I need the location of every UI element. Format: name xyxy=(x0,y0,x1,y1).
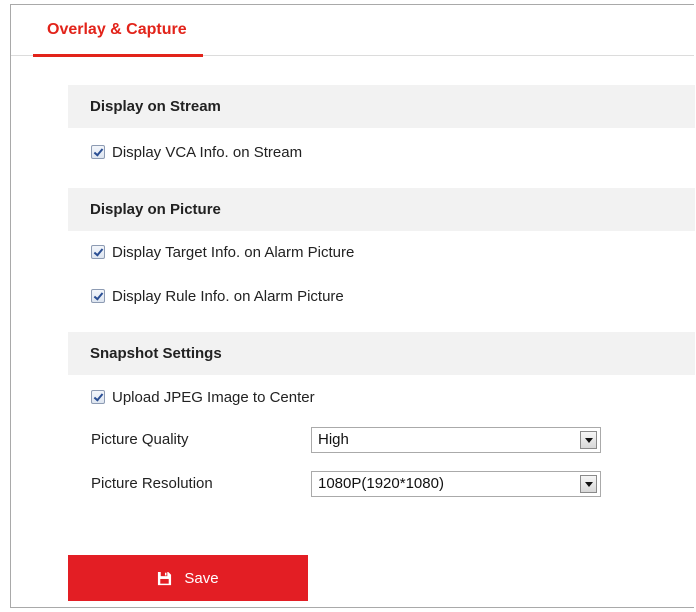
dropdown-arrow-icon[interactable] xyxy=(580,431,597,449)
checkbox-row-display-vca-info[interactable]: Display VCA Info. on Stream xyxy=(91,141,302,163)
settings-panel: Overlay & Capture Display on Stream Disp… xyxy=(10,4,695,608)
checkbox-label: Display Target Info. on Alarm Picture xyxy=(112,243,355,261)
picture-quality-value: High xyxy=(318,431,349,448)
floppy-disk-icon xyxy=(158,571,172,585)
checkbox-checked-icon[interactable] xyxy=(91,289,105,303)
checkbox-row-display-rule-info[interactable]: Display Rule Info. on Alarm Picture xyxy=(91,285,344,307)
checkbox-checked-icon[interactable] xyxy=(91,145,105,159)
picture-quality-select[interactable]: High xyxy=(311,427,601,453)
picture-resolution-select[interactable]: 1080P(1920*1080) xyxy=(311,471,601,497)
save-button[interactable]: Save xyxy=(68,555,308,601)
picture-quality-label: Picture Quality xyxy=(91,431,189,448)
picture-resolution-label: Picture Resolution xyxy=(91,475,213,492)
checkbox-label: Display Rule Info. on Alarm Picture xyxy=(112,287,344,305)
dropdown-arrow-icon[interactable] xyxy=(580,475,597,493)
checkbox-row-display-target-info[interactable]: Display Target Info. on Alarm Picture xyxy=(91,241,354,263)
section-header-display-on-picture: Display on Picture xyxy=(68,188,695,231)
tab-bar: Overlay & Capture xyxy=(11,5,694,57)
checkbox-checked-icon[interactable] xyxy=(91,245,105,259)
checkbox-row-upload-jpeg[interactable]: Upload JPEG Image to Center xyxy=(91,386,315,408)
picture-resolution-value: 1080P(1920*1080) xyxy=(318,475,444,492)
section-header-snapshot-settings: Snapshot Settings xyxy=(68,332,695,375)
save-button-label: Save xyxy=(184,569,219,587)
section-header-display-on-stream: Display on Stream xyxy=(68,85,695,128)
tab-overlay-capture[interactable]: Overlay & Capture xyxy=(33,18,203,57)
checkbox-label: Display VCA Info. on Stream xyxy=(112,143,303,161)
checkbox-label: Upload JPEG Image to Center xyxy=(112,388,315,406)
checkbox-checked-icon[interactable] xyxy=(91,390,105,404)
